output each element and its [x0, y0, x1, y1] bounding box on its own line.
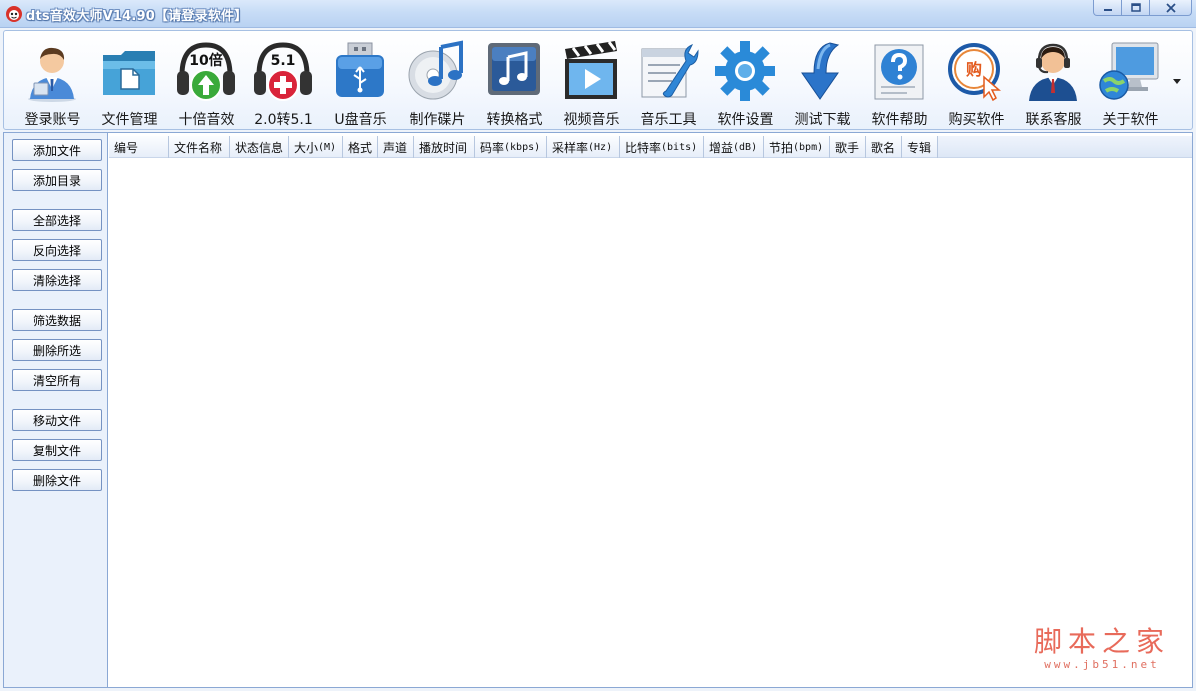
toolbar-overflow-chevron-icon[interactable] — [1171, 75, 1183, 87]
help-icon — [874, 44, 924, 100]
close-button[interactable] — [1149, 0, 1192, 16]
toolbar-label: 文件管理 — [101, 112, 158, 128]
support-agent-icon — [1029, 43, 1077, 101]
about-computer-icon — [1099, 42, 1159, 100]
badge-text: 购 — [966, 60, 982, 79]
invert-select-button[interactable]: 反向选择 — [12, 239, 102, 261]
column-header-tempo[interactable]: 节拍 (bpm) — [764, 136, 830, 158]
clear-select-button[interactable]: 清除选择 — [12, 269, 102, 291]
column-header-artist[interactable]: 歌手 — [830, 136, 866, 158]
column-header-bitrate[interactable]: 码率 (kbps) — [475, 136, 547, 158]
column-header-index[interactable]: 编号 — [109, 136, 169, 158]
toolbar-video-music-button[interactable]: 视频音乐 — [553, 37, 630, 128]
toolbar-label: U盘音乐 — [334, 112, 387, 128]
column-header-size[interactable]: 大小 (M) — [289, 136, 343, 158]
watermark: 脚本之家 www.jb51.net — [1034, 620, 1170, 671]
toolbar-label: 转换格式 — [486, 112, 543, 128]
column-header-channels[interactable]: 声道 — [378, 136, 414, 158]
user-login-icon — [28, 47, 76, 102]
toolbar-label: 2.0转5.1 — [254, 112, 313, 128]
maximize-icon — [1130, 2, 1141, 12]
toolbar-test-download-button[interactable]: 测试下载 — [784, 37, 861, 128]
minimize-button[interactable] — [1093, 0, 1122, 16]
minimize-icon — [1103, 8, 1112, 11]
clear-all-button[interactable]: 清空所有 — [12, 369, 102, 391]
toolbar-label: 软件设置 — [717, 112, 774, 128]
watermark-url: www.jb51.net — [1044, 658, 1160, 671]
gear-icon — [715, 41, 775, 101]
add-folder-button[interactable]: 添加目录 — [12, 169, 102, 191]
toolbar-help-button[interactable]: 软件帮助 — [861, 37, 938, 128]
toolbar-label: 视频音乐 — [563, 112, 620, 128]
toolbar-label: 音乐工具 — [640, 112, 697, 128]
select-all-button[interactable]: 全部选择 — [12, 209, 102, 231]
wrench-icon — [641, 44, 699, 98]
column-header-format[interactable]: 格式 — [343, 136, 378, 158]
move-file-button[interactable]: 移动文件 — [12, 409, 102, 431]
delete-file-button[interactable]: 删除文件 — [12, 469, 102, 491]
column-header-gain[interactable]: 增益 (dB) — [704, 136, 764, 158]
toolbar-buy-button[interactable]: 购 购买软件 — [938, 37, 1015, 128]
toolbar-make-disc-button[interactable]: 制作碟片 — [399, 37, 476, 128]
headphones-10x-icon: 10倍 — [177, 42, 235, 101]
music-note-icon — [488, 43, 540, 95]
column-header-status[interactable]: 状态信息 — [230, 136, 289, 158]
badge-text: 10倍 — [189, 52, 222, 69]
delete-selected-button[interactable]: 删除所选 — [12, 339, 102, 361]
title-bar: dts音效大师V14.90【请登录软件】 — [0, 0, 1196, 28]
column-header-album[interactable]: 专辑 — [902, 136, 938, 158]
column-header-samplerate[interactable]: 采样率 (Hz) — [547, 136, 620, 158]
toolbar-usb-music-button[interactable]: U盘音乐 — [322, 37, 399, 128]
toolbar-label: 制作碟片 — [409, 112, 466, 128]
toolbar-file-manage-button[interactable]: 文件管理 — [91, 37, 168, 128]
main-panel: 添加文件 添加目录 全部选择 反向选择 清除选择 筛选数据 删除所选 清空所有 … — [3, 132, 1193, 688]
sidebar: 添加文件 添加目录 全部选择 反向选择 清除选择 筛选数据 删除所选 清空所有 … — [4, 133, 108, 687]
toolbar-label: 购买软件 — [948, 112, 1005, 128]
close-icon — [1165, 2, 1176, 13]
column-header-filename[interactable]: 文件名称 — [169, 136, 230, 158]
copy-file-button[interactable]: 复制文件 — [12, 439, 102, 461]
toolbar-about-button[interactable]: 关于软件 — [1092, 37, 1169, 128]
toolbar-10x-effect-button[interactable]: 10倍 十倍音效 — [168, 37, 245, 128]
window-title: dts音效大师V14.90【请登录软件】 — [26, 9, 248, 24]
add-file-button[interactable]: 添加文件 — [12, 139, 102, 161]
download-arrow-icon — [801, 42, 840, 100]
filter-data-button[interactable]: 筛选数据 — [12, 309, 102, 331]
folder-icon — [103, 51, 155, 95]
main-toolbar: 登录账号 文件管理 10倍 十倍音效 5.1 2.0转5.1 U盘音乐 制作碟片… — [3, 30, 1193, 130]
toolbar-settings-button[interactable]: 软件设置 — [707, 37, 784, 128]
toolbar-2to51-button[interactable]: 5.1 2.0转5.1 — [245, 37, 322, 128]
toolbar-music-tools-button[interactable]: 音乐工具 — [630, 37, 707, 128]
toolbar-label: 关于软件 — [1102, 112, 1159, 128]
app-logo-icon — [6, 6, 22, 22]
toolbar-label: 登录账号 — [24, 112, 81, 128]
toolbar-label: 十倍音效 — [178, 112, 235, 128]
column-header-title[interactable]: 歌名 — [866, 136, 902, 158]
table-header-filler — [938, 136, 1192, 158]
badge-text: 5.1 — [271, 53, 296, 69]
toolbar-convert-format-button[interactable]: 转换格式 — [476, 37, 553, 128]
column-header-bitdepth[interactable]: 比特率 (bits) — [620, 136, 704, 158]
toolbar-login-button[interactable]: 登录账号 — [14, 37, 91, 128]
clapperboard-icon — [565, 41, 617, 99]
cd-music-icon — [408, 40, 463, 100]
usb-drive-icon — [336, 42, 384, 97]
watermark-text: 脚本之家 — [1033, 625, 1170, 658]
headphones-51-icon: 5.1 — [254, 42, 312, 101]
toolbar-label: 软件帮助 — [871, 112, 928, 128]
column-header-duration[interactable]: 播放时间 — [414, 136, 475, 158]
toolbar-label: 联系客服 — [1025, 112, 1082, 128]
toolbar-support-button[interactable]: 联系客服 — [1015, 37, 1092, 128]
toolbar-label: 测试下载 — [794, 112, 851, 128]
table-header: 编号 文件名称 状态信息 大小 (M) 格式 声道 播放时间 码率 (kbps) 采… — [109, 136, 938, 158]
maximize-button[interactable] — [1121, 0, 1150, 16]
buy-icon: 购 — [948, 43, 1002, 102]
file-list-table[interactable]: 编号 文件名称 状态信息 大小 (M) 格式 声道 播放时间 码率 (kbps) 采… — [109, 133, 1192, 687]
